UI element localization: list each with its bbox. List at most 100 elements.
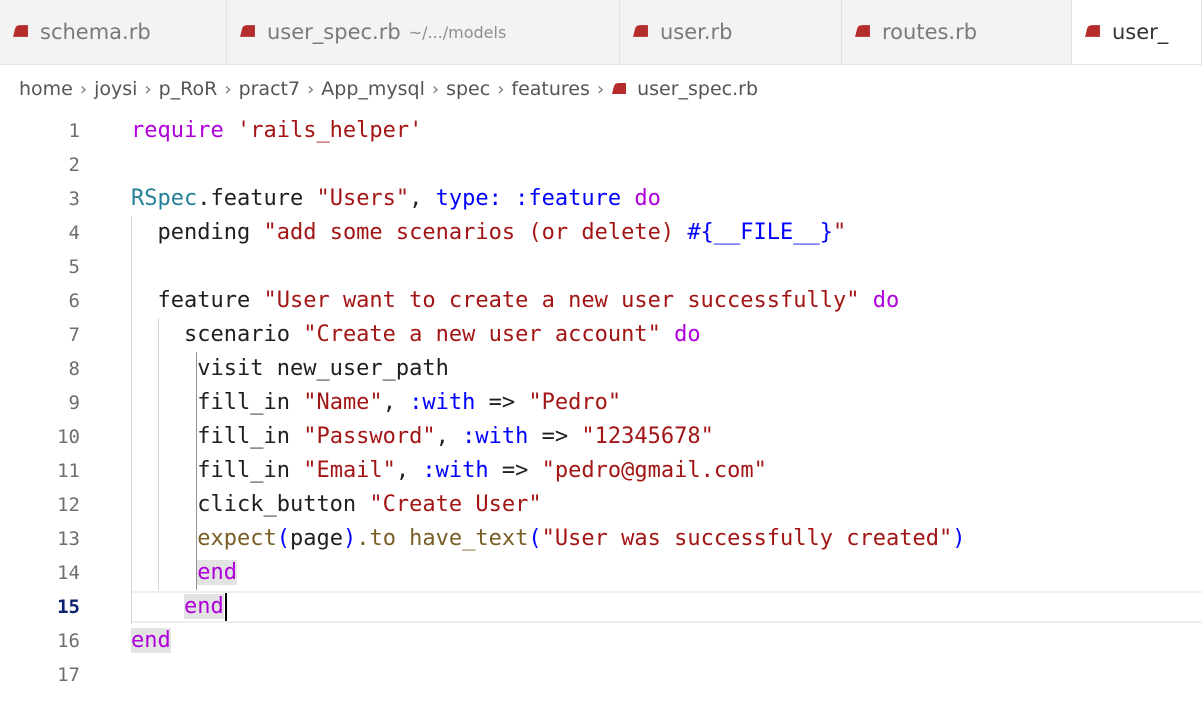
code-token: fill_in [197, 424, 304, 449]
ruby-file-icon [855, 25, 870, 37]
code-token: => [488, 458, 542, 483]
code-token: ( [528, 526, 542, 551]
code-token: "User want to create a new user successf… [263, 288, 860, 313]
ruby-file-icon [633, 25, 648, 37]
code-token: #{__FILE__} [687, 220, 834, 245]
code-token: , [409, 186, 436, 211]
chevron-right-icon: › [79, 78, 88, 100]
tab-user_[interactable]: user_ [1072, 0, 1202, 64]
tab-label: user.rb [660, 20, 733, 44]
code-token: "12345678" [581, 424, 714, 449]
code-text: fill_in "Password", :with => "12345678" [131, 420, 714, 454]
code-token: ) [342, 526, 357, 551]
code-token: => [528, 424, 582, 449]
line-number: 2 [68, 154, 80, 176]
breadcrumb-item[interactable]: home [19, 78, 73, 100]
code-line[interactable]: 11 fill_in "Email", :with => "pedro@gmai… [0, 454, 1202, 488]
code-token: visit new_user_path [197, 356, 449, 381]
code-line[interactable]: 16 end [0, 624, 1202, 658]
tab-schema-rb[interactable]: schema.rb [0, 0, 227, 64]
code-line[interactable]: 9 fill_in "Name", :with => "Pedro" [0, 386, 1202, 420]
code-token: , [435, 424, 463, 449]
code-token: "Password" [303, 424, 436, 449]
line-number: 12 [57, 494, 80, 516]
line-number: 6 [68, 290, 80, 312]
code-token: , [395, 458, 423, 483]
code-token: "Name" [303, 390, 383, 415]
code-token: end [197, 560, 237, 585]
tab-user_spec-rb[interactable]: user_spec.rb ~/.../models [227, 0, 620, 64]
tab-label: schema.rb [40, 20, 151, 44]
code-token: , [382, 390, 410, 415]
code-token: do [872, 288, 900, 313]
code-token: 'rails_helper' [236, 118, 423, 143]
code-token: scenario [183, 322, 304, 347]
code-text: fill_in "Email", :with => "pedro@gmail.c… [131, 454, 767, 488]
code-token: "add some scenarios (or delete) [263, 220, 688, 245]
breadcrumb-item[interactable]: features [511, 78, 590, 100]
code-line[interactable]: 14 end [0, 556, 1202, 590]
code-token: "User was successfully created" [541, 526, 953, 551]
code-line[interactable]: 8 visit new_user_path [0, 352, 1202, 386]
breadcrumb: home › joysi › p_RoR › pract7 › App_mysql › spec › f… [0, 64, 1202, 114]
text-cursor [224, 593, 227, 621]
tab-label: routes.rb [882, 20, 978, 44]
code-token: " [833, 220, 847, 245]
code-token: RSpec [131, 186, 198, 211]
breadcrumb-item[interactable]: p_RoR [159, 78, 218, 100]
line-number: 1 [68, 120, 80, 142]
code-line[interactable]: 6 feature "User want to create a new use… [0, 284, 1202, 318]
line-number: 10 [57, 426, 80, 448]
code-token: => [475, 390, 529, 415]
ruby-file-icon [240, 25, 255, 37]
code-line[interactable]: 12 click_button "Create User" [0, 488, 1202, 522]
code-token: "Create a new user account" [303, 322, 661, 347]
code-line[interactable]: 15 end [0, 590, 1202, 624]
tab-label: user_ [1112, 20, 1169, 44]
line-number: 13 [57, 528, 80, 550]
code-line[interactable]: 2 [0, 148, 1202, 182]
code-line[interactable]: 1 require 'rails_helper' [0, 114, 1202, 148]
code-text: feature "User want to create a new user … [131, 284, 900, 318]
code-text: require 'rails_helper' [131, 114, 422, 148]
code-token: type: [435, 186, 502, 211]
breadcrumb-file[interactable]: user_spec.rb [611, 78, 758, 100]
code-line[interactable]: 3 RSpec.feature "Users", type: :feature d… [0, 182, 1202, 216]
code-token: .feature [197, 186, 317, 211]
breadcrumb-item[interactable]: spec [446, 78, 490, 100]
code-token: :with [422, 458, 489, 483]
code-token: :with [409, 390, 476, 415]
code-line[interactable]: 10 fill_in "Password", :with => "1234567… [0, 420, 1202, 454]
line-number: 4 [68, 222, 80, 244]
tab-label: user_spec.rb [267, 20, 401, 44]
code-token: "Create User" [369, 492, 542, 517]
code-line[interactable]: 4 pending "add some scenarios (or delete… [0, 216, 1202, 250]
code-line[interactable]: 13 expect(page).to have_text("User was s… [0, 522, 1202, 556]
code-text: visit new_user_path [131, 352, 449, 386]
code-line[interactable]: 5 [0, 250, 1202, 284]
code-token: "Users" [316, 186, 410, 211]
chevron-right-icon: › [144, 78, 152, 100]
code-text: expect(page).to have_text("User was succ… [131, 522, 965, 556]
line-number: 16 [57, 630, 80, 652]
tab-routes-rb[interactable]: routes.rb [842, 0, 1072, 64]
code-editor[interactable]: 1 require 'rails_helper' 2 3 RSpec.feature "… [0, 114, 1202, 717]
code-text: end [131, 590, 227, 624]
breadcrumb-item[interactable]: pract7 [239, 78, 301, 100]
code-line[interactable]: 7 scenario "Create a new user account" d… [0, 318, 1202, 352]
code-token: fill_in [197, 390, 304, 415]
tab-user-rb[interactable]: user.rb [620, 0, 842, 64]
code-text: end [131, 556, 237, 590]
breadcrumb-item[interactable]: joysi [94, 78, 137, 100]
line-number: 15 [57, 596, 80, 618]
code-token: "Pedro" [528, 390, 622, 415]
code-token: end [131, 628, 171, 653]
code-line[interactable]: 17 [0, 658, 1202, 692]
ruby-file-icon [1085, 25, 1100, 37]
breadcrumb-item[interactable]: App_mysql [321, 78, 425, 100]
code-text: fill_in "Name", :with => "Pedro" [131, 386, 621, 420]
chevron-right-icon: › [224, 78, 232, 100]
